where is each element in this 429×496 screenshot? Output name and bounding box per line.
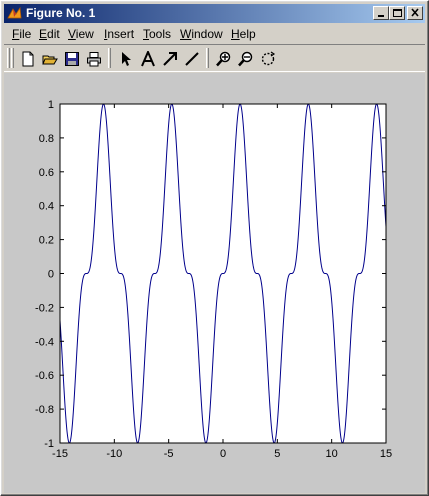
x-tick-label: 5: [274, 448, 280, 460]
menu-tools[interactable]: Tools: [142, 26, 172, 42]
minimize-button[interactable]: [373, 6, 389, 20]
menu-view[interactable]: View: [67, 26, 95, 42]
menu-bar: File Edit View Insert Tools Window Help: [4, 25, 425, 43]
rotate-3d-button[interactable]: [257, 48, 279, 70]
y-tick-label: 0.4: [39, 201, 54, 213]
edit-plot-button[interactable]: [115, 48, 137, 70]
toolbar: [4, 44, 425, 72]
zoom-in-button[interactable]: [213, 48, 235, 70]
select-arrow-icon: [122, 52, 131, 66]
y-tick-label: 1: [48, 99, 54, 111]
toolbar-grip-2: [11, 48, 14, 68]
print-icon: [87, 52, 101, 67]
rotate-3d-icon: [261, 51, 276, 66]
save-icon: [65, 52, 79, 66]
minimize-icon: [378, 15, 384, 17]
menu-help[interactable]: Help: [230, 26, 257, 42]
y-tick-label: -0.6: [35, 370, 54, 382]
insert-line-button[interactable]: [181, 48, 203, 70]
y-tick-label: 0: [48, 269, 54, 281]
new-file-icon: [22, 51, 34, 67]
insert-line-icon: [185, 52, 199, 66]
menu-file[interactable]: File: [11, 26, 32, 42]
x-tick-label: -10: [106, 448, 122, 460]
insert-text-icon: [141, 51, 155, 67]
plot-svg[interactable]: -15 -10 -5 0 5 10 15 -1 -0.8 -0.6 -0.4 -0.2 0 0.2 0.4 0…: [4, 73, 425, 493]
toolbar-separator-2: [206, 48, 209, 68]
x-tick-label: 0: [220, 448, 226, 460]
x-tick-label: 10: [326, 448, 338, 460]
x-tick-label: -15: [52, 448, 68, 460]
y-tick-label: 0.8: [39, 133, 54, 145]
x-tick-label: 15: [380, 448, 392, 460]
menu-window[interactable]: Window: [179, 26, 224, 42]
zoom-out-icon: [238, 51, 253, 67]
new-figure-button[interactable]: [17, 48, 39, 70]
insert-arrow-button[interactable]: [159, 48, 181, 70]
title-bar[interactable]: Figure No. 1: [4, 4, 425, 23]
y-tick-label: -0.2: [35, 302, 54, 314]
print-button[interactable]: [83, 48, 105, 70]
menu-edit[interactable]: Edit: [38, 26, 61, 42]
open-file-icon: [42, 55, 58, 65]
y-tick-label: -0.4: [35, 336, 54, 348]
matlab-logo-icon: [7, 6, 22, 19]
y-tick-label: 0.6: [39, 167, 54, 179]
toolbar-separator-1: [108, 48, 111, 68]
menu-insert[interactable]: Insert: [103, 26, 135, 42]
maximize-button[interactable]: [389, 6, 405, 20]
figure-canvas[interactable]: -15 -10 -5 0 5 10 15 -1 -0.8 -0.6 -0.4 -0.2 0 0.2 0.4 0…: [4, 73, 425, 493]
insert-text-button[interactable]: [137, 48, 159, 70]
y-tick-label: -1: [44, 438, 54, 450]
zoom-in-icon: [216, 51, 231, 67]
figure-window: Figure No. 1 File Edit View Insert Tools…: [0, 0, 429, 496]
open-file-button[interactable]: [39, 48, 61, 70]
window-title: Figure No. 1: [26, 6, 96, 20]
close-button[interactable]: [407, 6, 423, 20]
maximize-icon: [393, 9, 402, 17]
x-tick-label: -5: [164, 448, 174, 460]
y-tick-label: -0.8: [35, 404, 54, 416]
insert-arrow-icon: [163, 52, 177, 66]
toolbar-grip[interactable]: [7, 48, 10, 68]
close-icon: [411, 8, 419, 17]
zoom-out-button[interactable]: [235, 48, 257, 70]
y-tick-label: 0.2: [39, 235, 54, 247]
save-button[interactable]: [61, 48, 83, 70]
